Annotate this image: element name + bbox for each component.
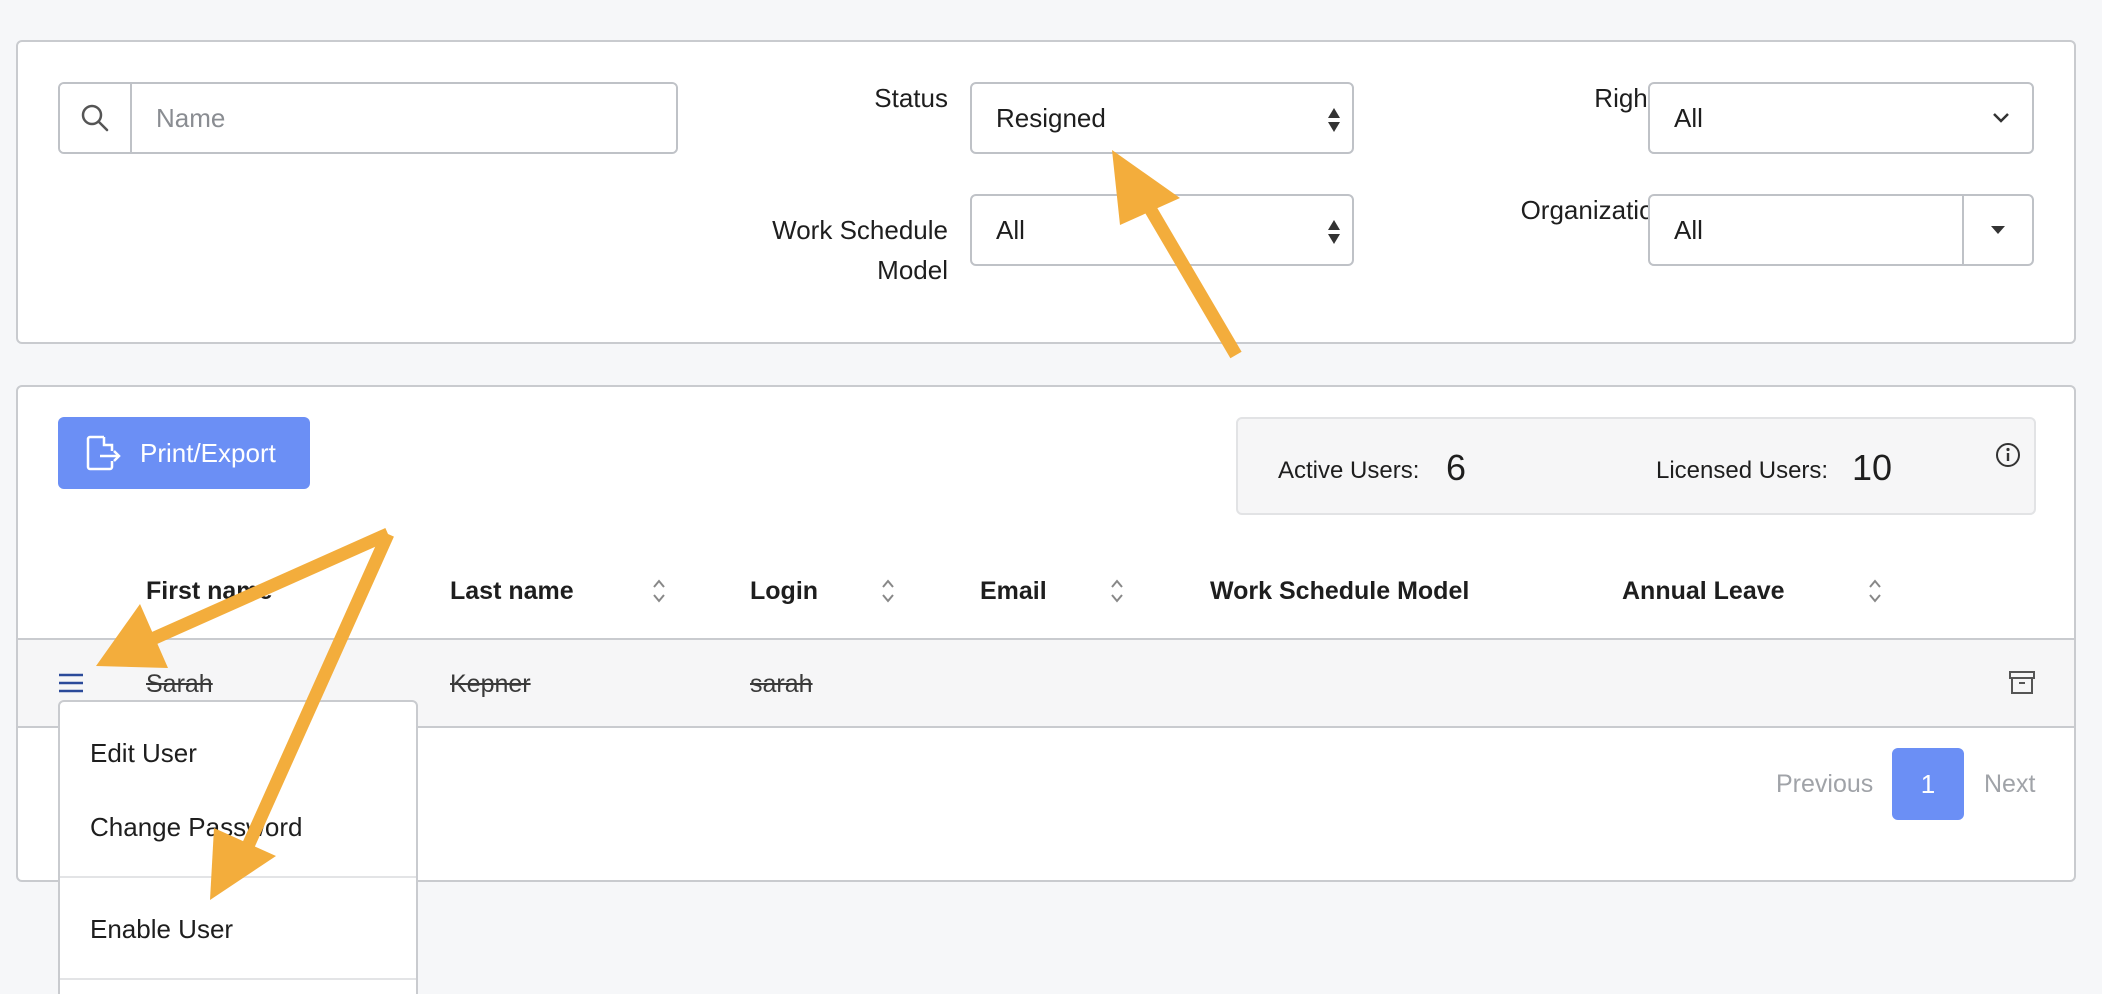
column-header-first-name[interactable]: First name xyxy=(146,577,272,606)
column-header-login[interactable]: Login xyxy=(750,577,818,606)
caret-down-icon xyxy=(1991,226,2005,234)
status-select-value: Resigned xyxy=(996,102,1106,133)
column-header-last-name[interactable]: Last name xyxy=(450,577,574,606)
cell-last-name: Kepner xyxy=(450,670,531,698)
active-users-value: 6 xyxy=(1446,447,1467,488)
organization-select-value: All xyxy=(1674,214,1703,245)
sort-updown-icon xyxy=(1328,108,1340,132)
sort-updown-icon[interactable] xyxy=(1110,577,1124,605)
status-label: Status xyxy=(874,83,948,113)
licensed-users-value: 10 xyxy=(1852,447,1893,488)
organization-label: Organization xyxy=(1520,195,1668,225)
sort-updown-icon[interactable] xyxy=(652,577,666,605)
rights-select-value: All xyxy=(1674,102,1703,133)
hamburger-menu-icon[interactable] xyxy=(58,672,84,694)
chevron-down-icon xyxy=(1993,113,2009,123)
search-icon xyxy=(81,104,109,132)
organization-select[interactable]: All xyxy=(1648,194,2034,266)
work-schedule-select[interactable]: All xyxy=(970,194,1354,266)
row-context-menu: Edit User Change Password Enable User xyxy=(58,700,418,994)
cell-login: sarah xyxy=(750,670,813,698)
work-schedule-select-value: All xyxy=(996,214,1025,245)
info-icon[interactable] xyxy=(1994,441,2022,469)
print-export-label: Print/Export xyxy=(140,437,276,468)
filter-panel: Status Resigned Rights All Work Schedule… xyxy=(16,40,2076,344)
rights-label: Rights xyxy=(1594,83,1668,113)
search-button[interactable] xyxy=(60,84,132,152)
user-stats-box: Active Users: 6 Licensed Users: 10 xyxy=(1236,417,2036,515)
search-box xyxy=(58,82,678,154)
menu-item-change-password[interactable]: Change Password xyxy=(90,812,302,843)
status-select[interactable]: Resigned xyxy=(970,82,1354,154)
cell-first-name: Sarah xyxy=(146,670,213,698)
column-header-annual-leave[interactable]: Annual Leave xyxy=(1622,577,1785,606)
pager-next[interactable]: Next xyxy=(1984,770,2035,799)
archive-icon[interactable] xyxy=(2008,670,2036,696)
menu-item-enable-user[interactable]: Enable User xyxy=(90,914,233,945)
licensed-users-label: Licensed Users: xyxy=(1656,457,1829,484)
pager-previous[interactable]: Previous xyxy=(1776,770,1873,799)
work-schedule-label: Work Schedule Model xyxy=(772,215,948,285)
sort-updown-icon[interactable] xyxy=(1868,577,1882,605)
active-users-label: Active Users: xyxy=(1278,457,1420,484)
name-search-input[interactable] xyxy=(132,84,676,152)
organization-dropdown-toggle[interactable] xyxy=(1962,196,2032,264)
column-header-work-schedule-model[interactable]: Work Schedule Model xyxy=(1210,577,1469,606)
menu-item-edit-user[interactable]: Edit User xyxy=(90,738,197,769)
menu-divider xyxy=(60,876,416,878)
print-export-button[interactable]: Print/Export xyxy=(58,417,310,489)
sort-updown-icon[interactable] xyxy=(881,577,895,605)
sort-updown-icon xyxy=(1328,220,1340,244)
rights-select[interactable]: All xyxy=(1648,82,2034,154)
export-icon xyxy=(86,435,121,471)
menu-divider xyxy=(60,978,416,980)
column-header-email[interactable]: Email xyxy=(980,577,1047,606)
pager-page-1[interactable]: 1 xyxy=(1892,748,1964,820)
